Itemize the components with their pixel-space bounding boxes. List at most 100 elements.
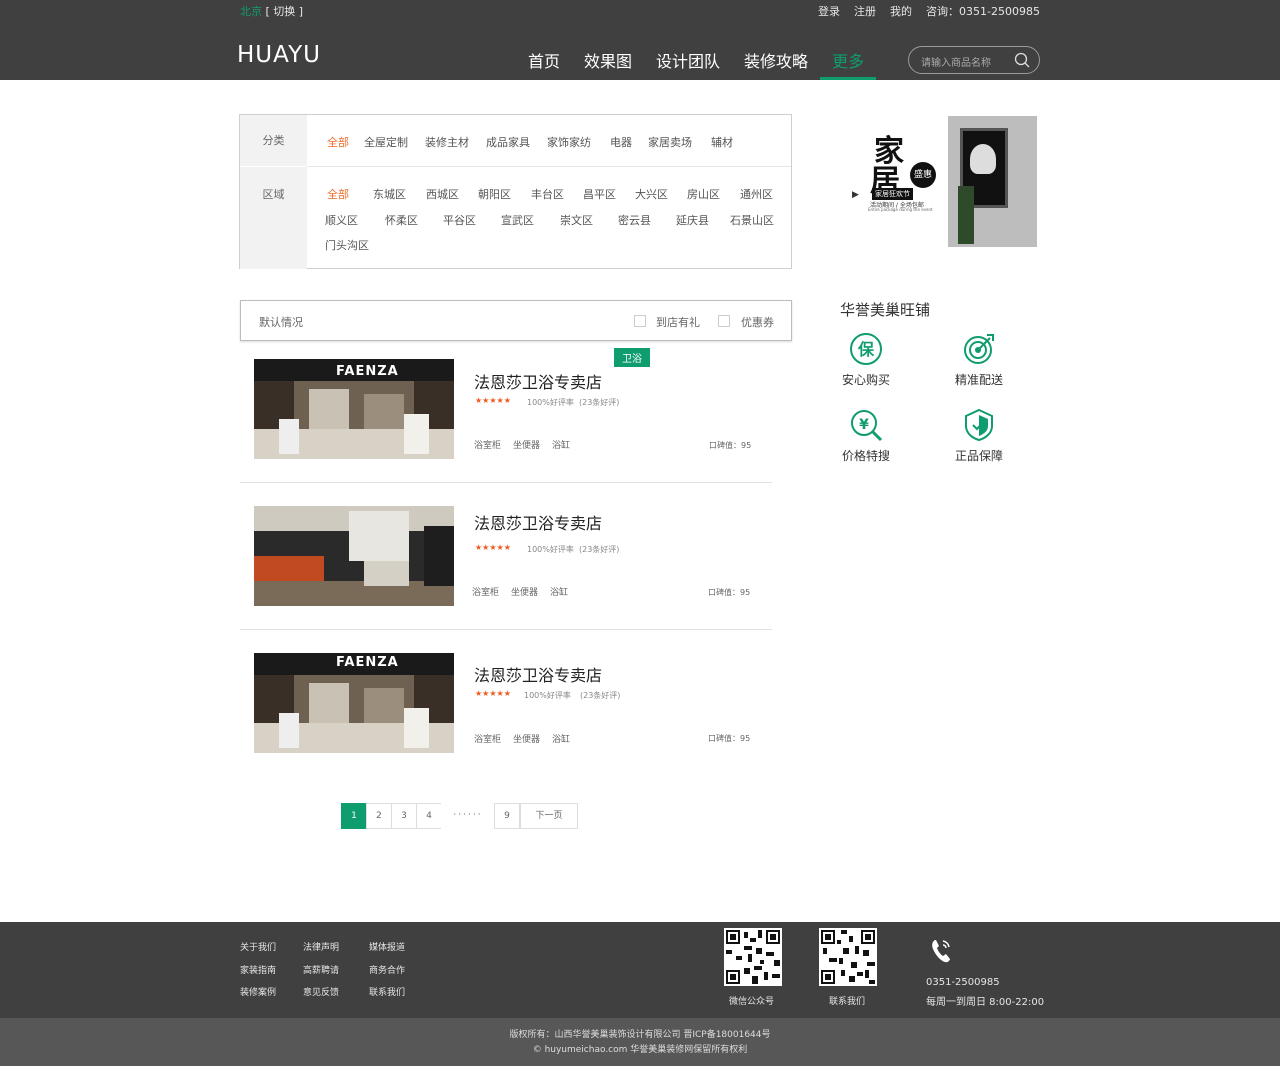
area-item[interactable]: 东城区: [373, 186, 406, 202]
category-tag[interactable]: 浴缸: [552, 438, 570, 451]
footer-link-legal[interactable]: 法律声明: [303, 940, 339, 953]
area-item[interactable]: 丰台区: [531, 186, 564, 202]
area-item[interactable]: 通州区: [740, 186, 773, 202]
store-photo[interactable]: [254, 506, 454, 606]
area-item[interactable]: 密云县: [618, 212, 651, 228]
store-card[interactable]: 法恩莎卫浴专卖店 ★★★★★ 100%好评率 (23条好评) 浴室柜 坐便器 浴…: [240, 483, 772, 630]
city-switcher[interactable]: 北京 [ 切换 ]: [240, 3, 303, 19]
nav-home[interactable]: 首页: [516, 48, 572, 80]
store-photo[interactable]: FAENZA: [254, 359, 454, 459]
footer-link-about[interactable]: 关于我们: [240, 940, 276, 953]
register-link[interactable]: 注册: [854, 3, 876, 19]
category-tag[interactable]: 坐便器: [511, 585, 538, 598]
category-label: 分类: [240, 115, 307, 166]
store-name[interactable]: 法恩莎卫浴专卖店: [474, 510, 602, 534]
area-item[interactable]: 石景山区: [730, 212, 774, 228]
switch-city-link[interactable]: [ 切换 ]: [266, 5, 304, 18]
area-item[interactable]: 平谷区: [443, 212, 476, 228]
feature-price-search[interactable]: ¥ 价格特搜: [831, 408, 901, 464]
price-search-icon-glyph: ¥: [859, 417, 869, 433]
footer-phone: 0351-2500985: [926, 977, 1000, 988]
reputation-score: 口碑值：95: [708, 588, 751, 597]
category-item[interactable]: 全屋定制: [364, 134, 408, 150]
area-item[interactable]: 朝阳区: [478, 186, 511, 202]
area-item[interactable]: 西城区: [426, 186, 459, 202]
area-all[interactable]: 全部: [327, 186, 349, 202]
gift-label[interactable]: 到店有礼: [656, 314, 700, 330]
category-tag[interactable]: 浴缸: [552, 732, 570, 745]
feature-authentic[interactable]: 正品保障: [944, 408, 1014, 464]
footer-link-guide[interactable]: 家装指南: [240, 963, 276, 976]
search-input[interactable]: 请输入商品名称: [908, 46, 1040, 74]
area-item[interactable]: 怀柔区: [385, 212, 418, 228]
feature-label: 安心购买: [841, 373, 890, 387]
area-item[interactable]: 门头沟区: [325, 237, 369, 253]
category-item[interactable]: 辅材: [711, 134, 733, 150]
page-4[interactable]: 4: [416, 803, 442, 829]
area-item[interactable]: 顺义区: [325, 212, 358, 228]
page-3[interactable]: 3: [391, 803, 417, 829]
category-tag[interactable]: 浴缸: [550, 585, 568, 598]
review-count: (23条好评): [579, 545, 620, 554]
coupon-label[interactable]: 优惠券: [741, 314, 774, 330]
store-sign: FAENZA: [336, 364, 399, 379]
search-icon[interactable]: [1014, 52, 1030, 68]
area-item[interactable]: 房山区: [687, 186, 720, 202]
search-placeholder: 请输入商品名称: [921, 58, 991, 69]
category-tag[interactable]: 坐便器: [513, 732, 540, 745]
rating-stars: ★★★★★: [475, 396, 511, 405]
category-item[interactable]: 成品家具: [486, 134, 530, 150]
area-item[interactable]: 宣武区: [501, 212, 534, 228]
area-item[interactable]: 崇文区: [560, 212, 593, 228]
footer-link-jobs[interactable]: 高薪聘请: [303, 963, 339, 976]
footer-link-business[interactable]: 商务合作: [369, 963, 405, 976]
category-tag[interactable]: 浴室柜: [474, 732, 501, 745]
nav-more[interactable]: 更多: [820, 48, 877, 80]
feature-label: 价格特搜: [841, 449, 890, 463]
rating-stars: ★★★★★: [475, 543, 511, 552]
area-item[interactable]: 延庆县: [676, 212, 709, 228]
category-tag[interactable]: 坐便器: [513, 438, 540, 451]
login-link[interactable]: 登录: [818, 3, 840, 19]
store-card[interactable]: FAENZA 法恩莎卫浴专卖店 ★★★★★ 100%好评率 (23条好评) 浴室…: [240, 630, 772, 760]
store-photo[interactable]: FAENZA: [254, 653, 454, 753]
category-tag[interactable]: 浴室柜: [472, 585, 499, 598]
store-name[interactable]: 法恩莎卫浴专卖店: [474, 662, 602, 686]
gift-checkbox[interactable]: [634, 315, 646, 327]
feature-precise-delivery[interactable]: 精准配送: [944, 332, 1014, 388]
filter-panel: 分类 区域 全部 全屋定制 装修主材 成品家具 家饰家纺 电器 家居卖场 辅材 …: [239, 114, 792, 269]
nav-renderings[interactable]: 效果图: [572, 48, 644, 80]
page-1[interactable]: 1: [341, 803, 367, 829]
review-count: (23条好评): [580, 691, 621, 700]
nav-design-team[interactable]: 设计团队: [644, 48, 732, 80]
page-last[interactable]: 9: [494, 803, 520, 829]
footer-link-contact[interactable]: 联系我们: [369, 985, 405, 998]
promo-banner[interactable]: 家 居 盛惠 家居狂欢节 活动期间 / 全场包邮 Entire package …: [848, 116, 1037, 247]
price-search-icon: ¥: [851, 410, 883, 442]
area-item[interactable]: 大兴区: [635, 186, 668, 202]
footer: 关于我们 法律声明 媒体报道 家装指南 高薪聘请 商务合作 装修案例 意见反馈 …: [0, 922, 1280, 1018]
footer-link-feedback[interactable]: 意见反馈: [303, 985, 339, 998]
site-logo[interactable]: HUAYU: [237, 42, 321, 68]
category-item[interactable]: 电器: [610, 134, 632, 150]
nav-decoration-guide[interactable]: 装修攻略: [732, 48, 820, 80]
praise-rate: 100%好评率: [524, 691, 571, 700]
category-item[interactable]: 家饰家纺: [547, 134, 591, 150]
sort-default[interactable]: 默认情况: [259, 314, 303, 330]
feature-safe-buy[interactable]: 保 安心购买: [831, 332, 901, 388]
next-page-button[interactable]: 下一页: [520, 803, 578, 829]
page-2[interactable]: 2: [366, 803, 392, 829]
footer-link-media[interactable]: 媒体报道: [369, 940, 405, 953]
store-name[interactable]: 法恩莎卫浴专卖店: [474, 369, 602, 393]
contact-qr-code: [819, 928, 877, 986]
footer-link-cases[interactable]: 装修案例: [240, 985, 276, 998]
category-tag[interactable]: 浴室柜: [474, 438, 501, 451]
category-all[interactable]: 全部: [327, 134, 349, 150]
my-account-link[interactable]: 我的: [890, 3, 912, 19]
category-item[interactable]: 装修主材: [425, 134, 469, 150]
coupon-checkbox[interactable]: [718, 315, 730, 327]
store-categories: 浴室柜 坐便器 浴缸: [472, 585, 568, 598]
category-item[interactable]: 家居卖场: [648, 134, 692, 150]
area-item[interactable]: 昌平区: [583, 186, 616, 202]
store-card[interactable]: FAENZA 法恩莎卫浴专卖店 卫浴 ★★★★★ 100%好评率 (23条好评)…: [240, 336, 772, 483]
